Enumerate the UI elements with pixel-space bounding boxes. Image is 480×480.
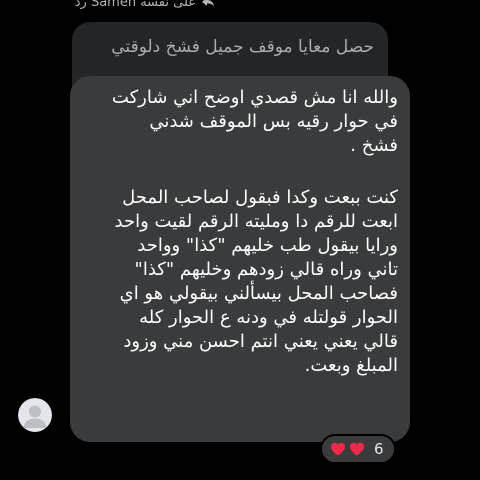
default-avatar-icon[interactable] [18,398,52,432]
message-text: والله انا مش قصدي اوضح اني شاركت في حوار… [80,86,398,378]
reply-header: على نفسه Sameh رد [75,0,216,12]
heart-icon [349,441,365,457]
reaction-count: 6 [374,440,384,458]
message-line: والله انا مش قصدي اوضح اني شاركت [111,87,398,108]
message-bubble[interactable]: والله انا مش قصدي اوضح اني شاركت في حوار… [70,76,410,442]
message-paragraph-1: والله انا مش قصدي اوضح اني شاركت في حوار… [80,86,398,158]
message-line: قالي يعني يعني انتم احسن مني وزود [123,331,398,352]
message-line: كنت ببعت وكدا فبقول لصاحب المحل [122,187,398,208]
reactions-badge[interactable]: 6 [320,434,396,464]
message-paragraph-2: كنت ببعت وكدا فبقول لصاحب المحل ابعت للر… [80,186,398,378]
message-line: ورايا بيقول طب خليهم "كذا" وواحد [137,235,398,256]
message-line: الحوار قولتله في ودنه ع الحوار كله [139,307,398,328]
chat-screen: على نفسه Sameh رد حصل معايا موقف جميل فش… [0,0,480,480]
heart-icon [330,441,346,457]
quoted-message-text: حصل معايا موقف جميل فشخ دلوقتي [111,37,374,57]
message-line: ابعت للرقم دا ومليته الرقم لقيت واحد [114,211,398,232]
reply-header-text: على نفسه Sameh رد [74,0,196,10]
message-line: تاني وراه قالي زودهم وخليهم "كذا" [134,259,398,280]
message-line: فصاحب المحل بيسألني بيقولي هو اي [119,283,398,304]
message-line: فشخ . [350,135,398,156]
reply-arrow-icon [200,0,216,10]
message-line: المبلغ وبعت. [304,355,398,376]
message-line: في حوار رقيه بس الموقف شدني [149,111,398,132]
